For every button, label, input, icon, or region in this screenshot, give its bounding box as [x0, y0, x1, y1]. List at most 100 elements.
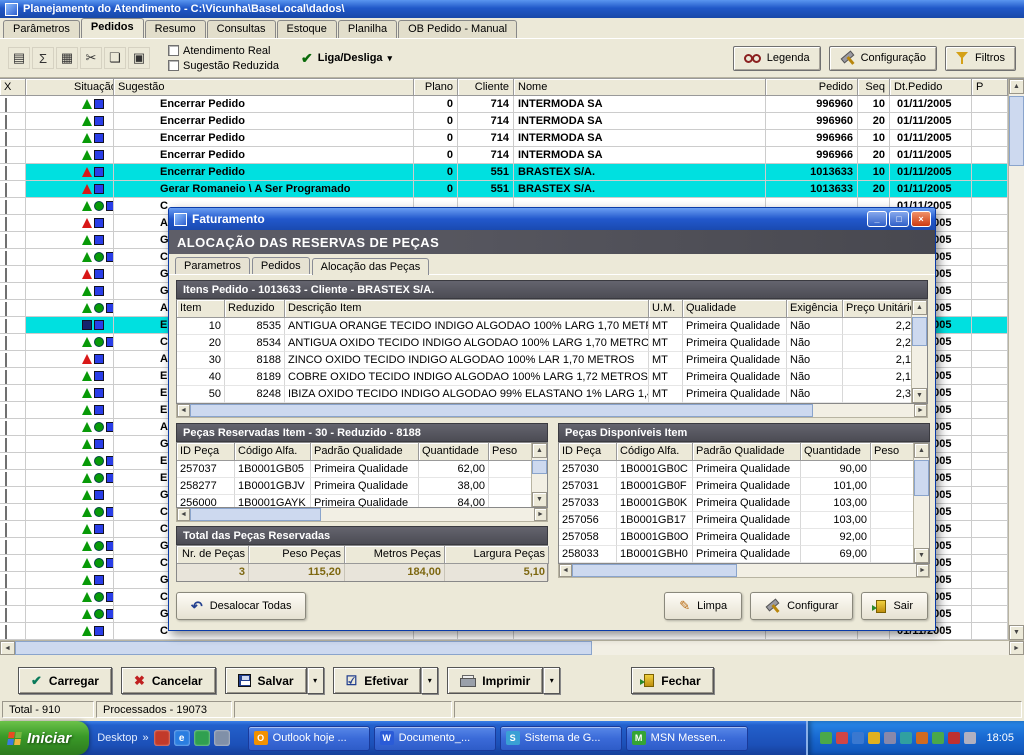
scrollbar-track[interactable]: [190, 508, 534, 521]
quicklaunch-icon[interactable]: e: [174, 730, 190, 746]
row-checkbox[interactable]: [5, 268, 7, 282]
tab-item[interactable]: Estoque: [277, 20, 337, 38]
col-id-peca[interactable]: ID Peça: [559, 443, 617, 461]
sum-icon[interactable]: Σ: [32, 47, 54, 69]
scrollbar-thumb[interactable]: [15, 641, 592, 655]
scrollbar-track[interactable]: [912, 315, 927, 388]
available-row[interactable]: 258033 1B0001GBH0 Primeira Qualidade 69,…: [559, 546, 913, 563]
col-quantidade[interactable]: Quantidade: [801, 443, 871, 461]
row-checkbox[interactable]: [5, 166, 7, 180]
task-button[interactable]: M MSN Messen...: [626, 726, 748, 751]
scrollbar-thumb[interactable]: [1009, 96, 1024, 166]
col-codigo[interactable]: Código Alfa.: [617, 443, 693, 461]
salvar-button[interactable]: Salvar: [225, 667, 307, 694]
column-header-pedido[interactable]: Pedido: [766, 79, 858, 96]
horizontal-scrollbar[interactable]: [558, 564, 930, 578]
row-checkbox[interactable]: [5, 115, 7, 129]
row-checkbox[interactable]: [5, 370, 7, 384]
scroll-left-icon[interactable]: [0, 641, 15, 655]
scroll-left-icon[interactable]: [177, 404, 190, 417]
reserved-row[interactable]: 257037 1B0001GB05 Primeira Qualidade 62,…: [177, 461, 531, 478]
scrollbar-track[interactable]: [914, 458, 929, 548]
col-preco[interactable]: Preço Unitário: [843, 300, 915, 318]
tab-item[interactable]: Pedidos: [81, 18, 144, 38]
cut-icon[interactable]: ✂: [80, 47, 102, 69]
quicklaunch-icon[interactable]: [214, 730, 230, 746]
scroll-up-icon[interactable]: [912, 300, 927, 315]
list-icon[interactable]: ▤: [8, 47, 30, 69]
row-checkbox[interactable]: [5, 574, 7, 588]
col-quantidade[interactable]: Quantidade: [419, 443, 489, 461]
column-header-x[interactable]: X: [0, 79, 26, 96]
vertical-scrollbar[interactable]: [913, 443, 929, 563]
start-button[interactable]: Iniciar: [0, 721, 89, 755]
atendimento-real-checkbox[interactable]: [168, 45, 179, 56]
column-header-situacao[interactable]: Situação: [26, 79, 114, 96]
scrollbar-thumb[interactable]: [532, 460, 547, 474]
quicklaunch-icon[interactable]: [194, 730, 210, 746]
table-row[interactable]: Encerrar Pedido 0 714 INTERMODA SA 99696…: [0, 96, 1008, 113]
horizontal-scrollbar[interactable]: [176, 508, 548, 522]
row-checkbox[interactable]: [5, 557, 7, 571]
row-checkbox[interactable]: [5, 455, 7, 469]
vertical-scrollbar[interactable]: [1008, 79, 1024, 640]
col-padrao[interactable]: Padrão Qualidade: [693, 443, 801, 461]
row-checkbox[interactable]: [5, 251, 7, 265]
row-checkbox[interactable]: [5, 421, 7, 435]
column-header-seq[interactable]: Seq: [858, 79, 890, 96]
col-um[interactable]: U.M.: [649, 300, 683, 318]
task-button[interactable]: O Outlook hoje ...: [248, 726, 370, 751]
item-row[interactable]: 20 8534 ANTIGUA OXIDO TECIDO INDIGO ALGO…: [177, 335, 911, 352]
tray-icon[interactable]: [948, 732, 960, 744]
row-checkbox[interactable]: [5, 98, 7, 112]
scroll-right-icon[interactable]: [914, 404, 927, 417]
desktop-toolbar-label[interactable]: Desktop: [97, 732, 137, 744]
item-row[interactable]: 30 8188 ZINCO OXIDO TECIDO INDIGO ALGODA…: [177, 352, 911, 369]
row-checkbox[interactable]: [5, 506, 7, 520]
table-row[interactable]: Gerar Romaneio \ A Ser Programado 0 551 …: [0, 181, 1008, 198]
row-checkbox[interactable]: [5, 489, 7, 503]
row-checkbox[interactable]: [5, 302, 7, 316]
imprimir-dropdown[interactable]: ▾: [543, 667, 560, 694]
vertical-scrollbar[interactable]: [911, 300, 927, 403]
scroll-up-icon[interactable]: [914, 443, 929, 458]
col-peso[interactable]: Peso: [871, 443, 915, 461]
efetivar-dropdown[interactable]: ▾: [421, 667, 438, 694]
scroll-right-icon[interactable]: [1009, 641, 1024, 655]
scroll-down-icon[interactable]: [914, 548, 929, 563]
liga-desliga-toggle[interactable]: ✔ Liga/Desliga ▾: [301, 50, 392, 67]
row-checkbox[interactable]: [5, 319, 7, 333]
row-checkbox[interactable]: [5, 336, 7, 350]
col-descricao[interactable]: Descrição Item: [285, 300, 649, 318]
close-icon[interactable]: ×: [911, 211, 931, 227]
tray-icon[interactable]: [932, 732, 944, 744]
scroll-down-icon[interactable]: [532, 492, 547, 507]
row-checkbox[interactable]: [5, 234, 7, 248]
row-checkbox[interactable]: [5, 132, 7, 146]
sugestao-reduzida-checkbox[interactable]: [168, 60, 179, 71]
efetivar-button[interactable]: Efetivar: [333, 667, 422, 694]
tray-icon[interactable]: [868, 732, 880, 744]
scrollbar-track[interactable]: [532, 458, 547, 492]
scrollbar-track[interactable]: [572, 564, 916, 577]
horizontal-scrollbar[interactable]: [0, 640, 1024, 655]
item-row[interactable]: 40 8189 COBRE OXIDO TECIDO INDIGO ALGODA…: [177, 369, 911, 386]
scrollbar-track[interactable]: [15, 641, 1009, 655]
row-checkbox[interactable]: [5, 404, 7, 418]
scrollbar-track[interactable]: [1009, 94, 1024, 625]
limpa-button[interactable]: Limpa: [664, 592, 742, 620]
row-checkbox[interactable]: [5, 353, 7, 367]
tray-icon[interactable]: [852, 732, 864, 744]
available-row[interactable]: 257058 1B0001GB0O Primeira Qualidade 92,…: [559, 529, 913, 546]
sair-button[interactable]: Sair: [861, 592, 928, 620]
col-qualidade[interactable]: Qualidade: [683, 300, 787, 318]
minimize-icon[interactable]: _: [867, 211, 887, 227]
row-checkbox[interactable]: [5, 625, 7, 639]
scroll-right-icon[interactable]: [534, 508, 547, 521]
row-checkbox[interactable]: [5, 183, 7, 197]
scroll-left-icon[interactable]: [559, 564, 572, 577]
available-row[interactable]: 257033 1B0001GB0K Primeira Qualidade 103…: [559, 495, 913, 512]
tab-item[interactable]: Consultas: [207, 20, 276, 38]
scrollbar-thumb[interactable]: [914, 460, 929, 496]
filtros-button[interactable]: Filtros: [945, 46, 1016, 71]
